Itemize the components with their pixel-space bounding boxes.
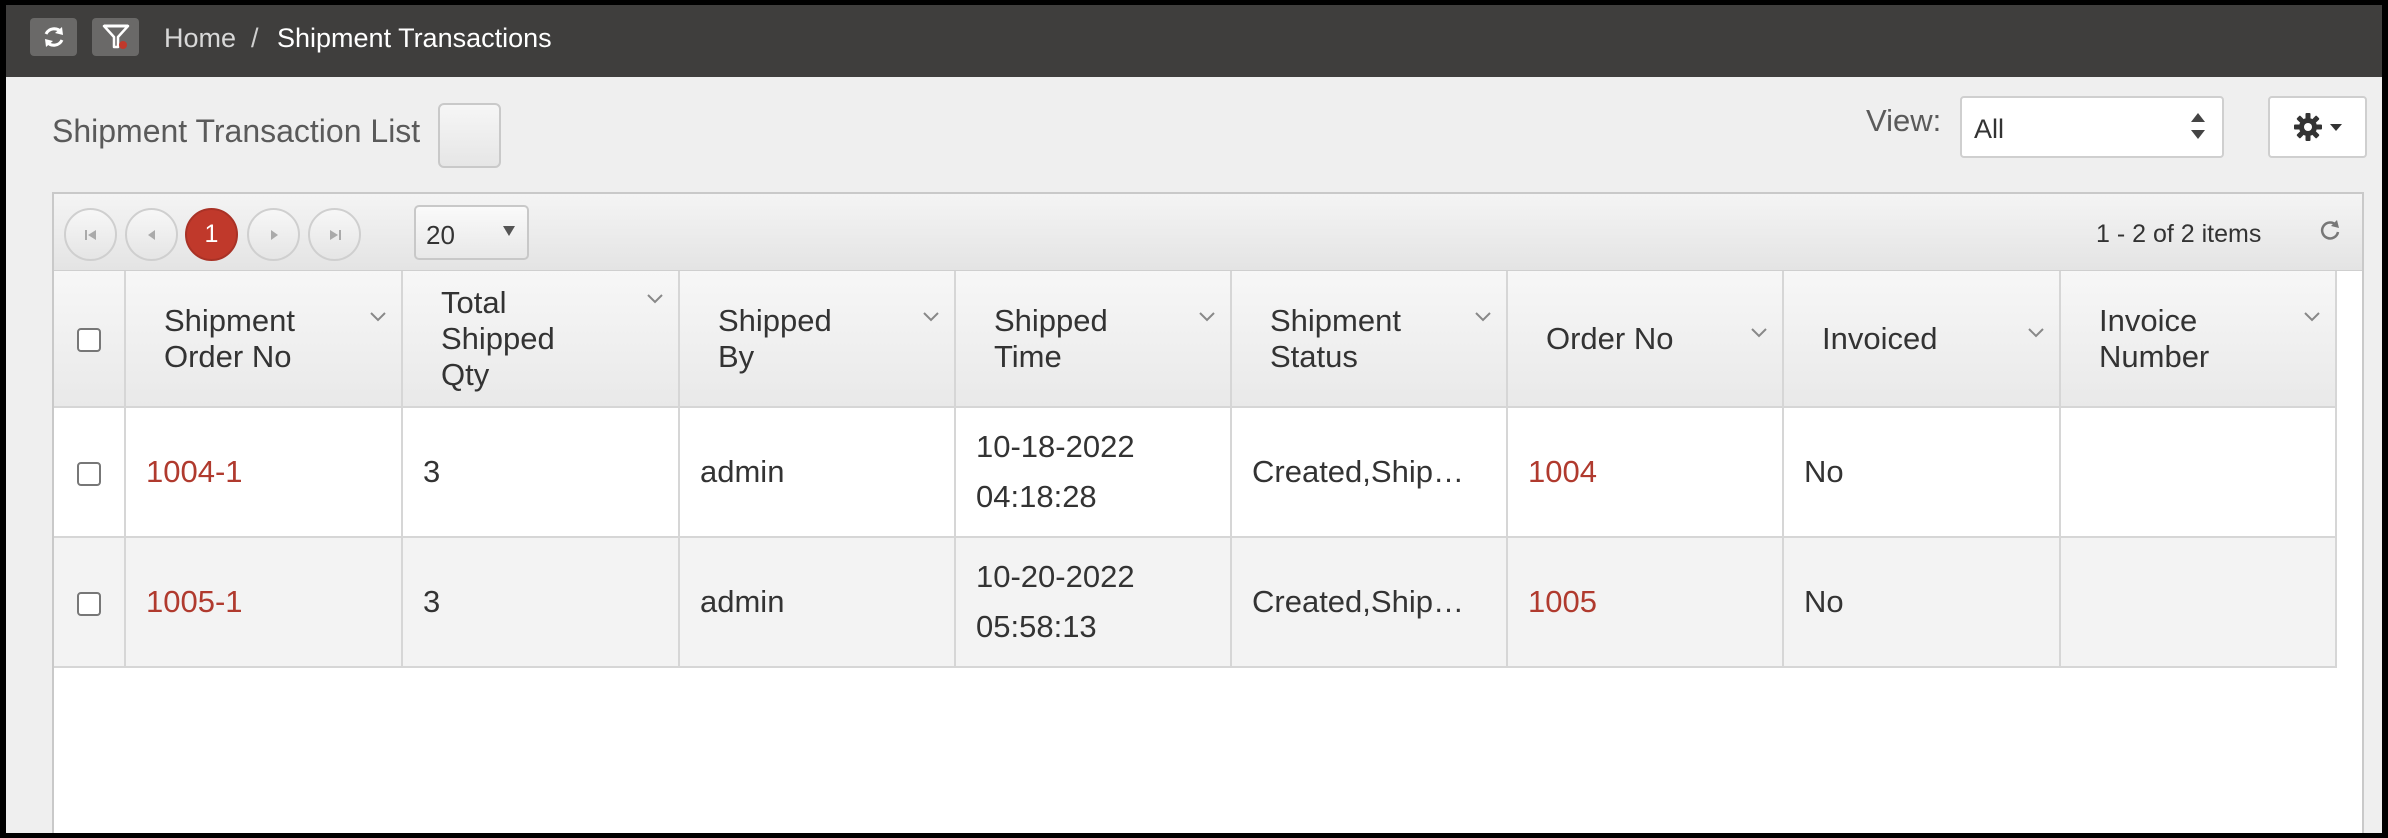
chevron-down-icon[interactable] (922, 311, 940, 323)
order-link[interactable]: 1004 (1528, 454, 1597, 489)
cell-shipped-by: admin (679, 407, 956, 538)
items-info: 1 - 2 of 2 items (2096, 220, 2262, 248)
view-label: View: (1866, 103, 1942, 138)
cell-total-shipped-qty: 3 (402, 407, 680, 538)
first-page-button[interactable] (64, 208, 117, 261)
chevron-down-icon[interactable] (1750, 327, 1768, 339)
breadcrumb-home[interactable]: Home (164, 23, 236, 54)
column-header-shipment-order-no[interactable]: Shipment Order No (125, 271, 403, 408)
column-label: Shipment Status (1270, 302, 1401, 374)
column-header-order-no[interactable]: Order No (1507, 271, 1784, 408)
column-header-shipped-by[interactable]: Shipped By (679, 271, 956, 408)
cell-shipment-order-no[interactable]: 1004-1 (125, 407, 403, 538)
cell-total-shipped-qty: 3 (402, 537, 680, 668)
settings-button[interactable] (2268, 96, 2367, 158)
shipment-status-text: Created,Ship… (1252, 584, 1464, 619)
cell-shipped-time: 10-20-2022 05:58:13 (955, 537, 1232, 668)
breadcrumb-current: Shipment Transactions (277, 23, 552, 53)
select-all-checkbox[interactable] (77, 328, 101, 353)
chevron-down-icon[interactable] (369, 311, 387, 323)
cell-invoiced: No (1783, 537, 2061, 668)
grid-refresh-icon[interactable] (2317, 218, 2343, 244)
app-window: Home / Shipment Transactions Shipment Tr… (6, 5, 2382, 833)
chevron-down-icon[interactable] (1474, 311, 1492, 323)
view-select-value: All (1974, 114, 2005, 144)
table-header-row: Shipment Order No Total Shipped Qty Ship… (54, 271, 2337, 408)
last-page-button[interactable] (308, 208, 361, 261)
column-header-shipped-time[interactable]: Shipped Time (955, 271, 1232, 408)
shipment-table: Shipment Order No Total Shipped Qty Ship… (54, 271, 2337, 668)
chevron-down-icon[interactable] (1198, 311, 1216, 323)
row-select-cell (54, 407, 126, 538)
page-size-select[interactable]: 20 (414, 205, 529, 260)
select-all-cell (54, 271, 126, 408)
table-row[interactable]: 1005-1 3 admin 10-20-2022 05:58:13 Creat… (54, 537, 2337, 668)
breadcrumb-separator: / (251, 23, 259, 53)
shipped-date: 10-18-2022 (976, 429, 1135, 464)
refresh-icon (44, 27, 63, 47)
cell-shipped-by: admin (679, 537, 956, 668)
table-row[interactable]: 1004-1 3 admin 10-18-2022 04:18:28 Creat… (54, 407, 2337, 538)
shipped-clock: 05:58:13 (976, 609, 1097, 644)
view-select[interactable]: All (1960, 96, 2224, 158)
cell-invoice-number (2060, 537, 2337, 668)
shipment-order-link[interactable]: 1004-1 (146, 454, 243, 489)
row-checkbox[interactable] (77, 461, 101, 486)
column-header-invoice-number[interactable]: Invoice Number (2060, 271, 2337, 408)
chevron-down-icon[interactable] (646, 293, 664, 305)
chevron-down-icon[interactable] (2303, 311, 2321, 323)
dropdown-arrow-icon (503, 226, 515, 236)
next-page-icon (270, 229, 278, 240)
page-1-button[interactable]: 1 (185, 208, 238, 261)
shipped-clock: 04:18:28 (976, 479, 1097, 514)
row-checkbox[interactable] (77, 591, 101, 616)
column-label: Shipped By (718, 302, 832, 374)
cell-order-no[interactable]: 1005 (1507, 537, 1784, 668)
column-header-total-shipped-qty[interactable]: Total Shipped Qty (402, 271, 680, 408)
column-label: Shipped Time (994, 302, 1108, 374)
shipment-status-text: Created,Ship… (1252, 454, 1464, 489)
cell-shipment-status: Created,Ship… (1231, 407, 1508, 538)
shipment-grid: 1 20 1 - 2 of 2 items Shipment Order No … (52, 192, 2364, 833)
cell-order-no[interactable]: 1004 (1507, 407, 1784, 538)
row-select-cell (54, 537, 126, 668)
first-page-icon (84, 229, 96, 240)
chevron-down-icon[interactable] (2027, 327, 2045, 339)
column-label: Invoice Number (2099, 302, 2210, 374)
column-label: Total Shipped Qty (441, 284, 555, 392)
filter-button[interactable] (92, 18, 139, 56)
cell-shipment-status: Created,Ship… (1231, 537, 1508, 668)
cell-shipment-order-no[interactable]: 1005-1 (125, 537, 403, 668)
prev-page-icon (147, 229, 155, 240)
column-label: Invoiced (1822, 320, 1938, 356)
current-page-number: 1 (204, 220, 219, 248)
gear-icon (2293, 113, 2322, 141)
top-bar: Home / Shipment Transactions (6, 5, 2382, 77)
refresh-button[interactable] (30, 18, 77, 56)
filter-icon (102, 24, 129, 49)
select-arrows-icon (2191, 113, 2205, 139)
column-header-shipment-status[interactable]: Shipment Status (1231, 271, 1508, 408)
title-action-button[interactable] (438, 103, 501, 168)
cell-invoice-number (2060, 407, 2337, 538)
page-size-value: 20 (426, 220, 455, 250)
next-page-button[interactable] (247, 208, 300, 261)
pager: 1 20 1 - 2 of 2 items (54, 194, 2362, 271)
last-page-icon (329, 229, 341, 240)
cell-invoiced: No (1783, 407, 2061, 538)
caret-down-icon (2329, 124, 2342, 131)
shipped-date: 10-20-2022 (976, 559, 1135, 594)
column-label: Shipment Order No (164, 302, 295, 374)
column-label: Order No (1546, 320, 1674, 356)
shipment-order-link[interactable]: 1005-1 (146, 584, 243, 619)
column-header-invoiced[interactable]: Invoiced (1783, 271, 2061, 408)
cell-shipped-time: 10-18-2022 04:18:28 (955, 407, 1232, 538)
page-title: Shipment Transaction List (52, 113, 421, 149)
order-link[interactable]: 1005 (1528, 584, 1597, 619)
prev-page-button[interactable] (125, 208, 178, 261)
